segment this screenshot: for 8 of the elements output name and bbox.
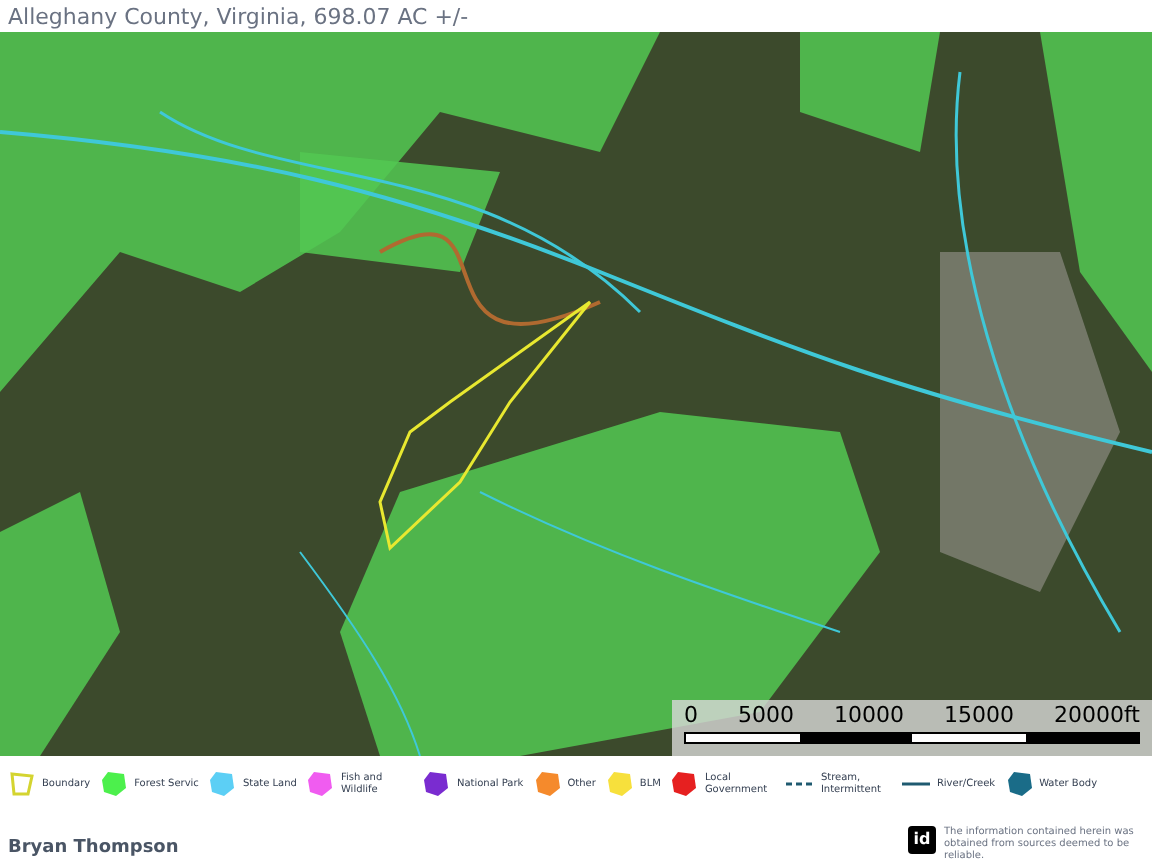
scale-label: 15000 [944, 704, 1014, 728]
agent-name: Bryan Thompson [8, 835, 179, 861]
scale-label: 0 [684, 704, 698, 728]
map-subtitle: Alleghany County, Virginia, 698.07 AC +/- [6, 2, 471, 32]
logo-icon: id [908, 826, 936, 854]
scale-label: 20000ft [1054, 704, 1140, 728]
scale-label: 5000 [738, 704, 794, 728]
scale-label: 10000 [834, 704, 904, 728]
